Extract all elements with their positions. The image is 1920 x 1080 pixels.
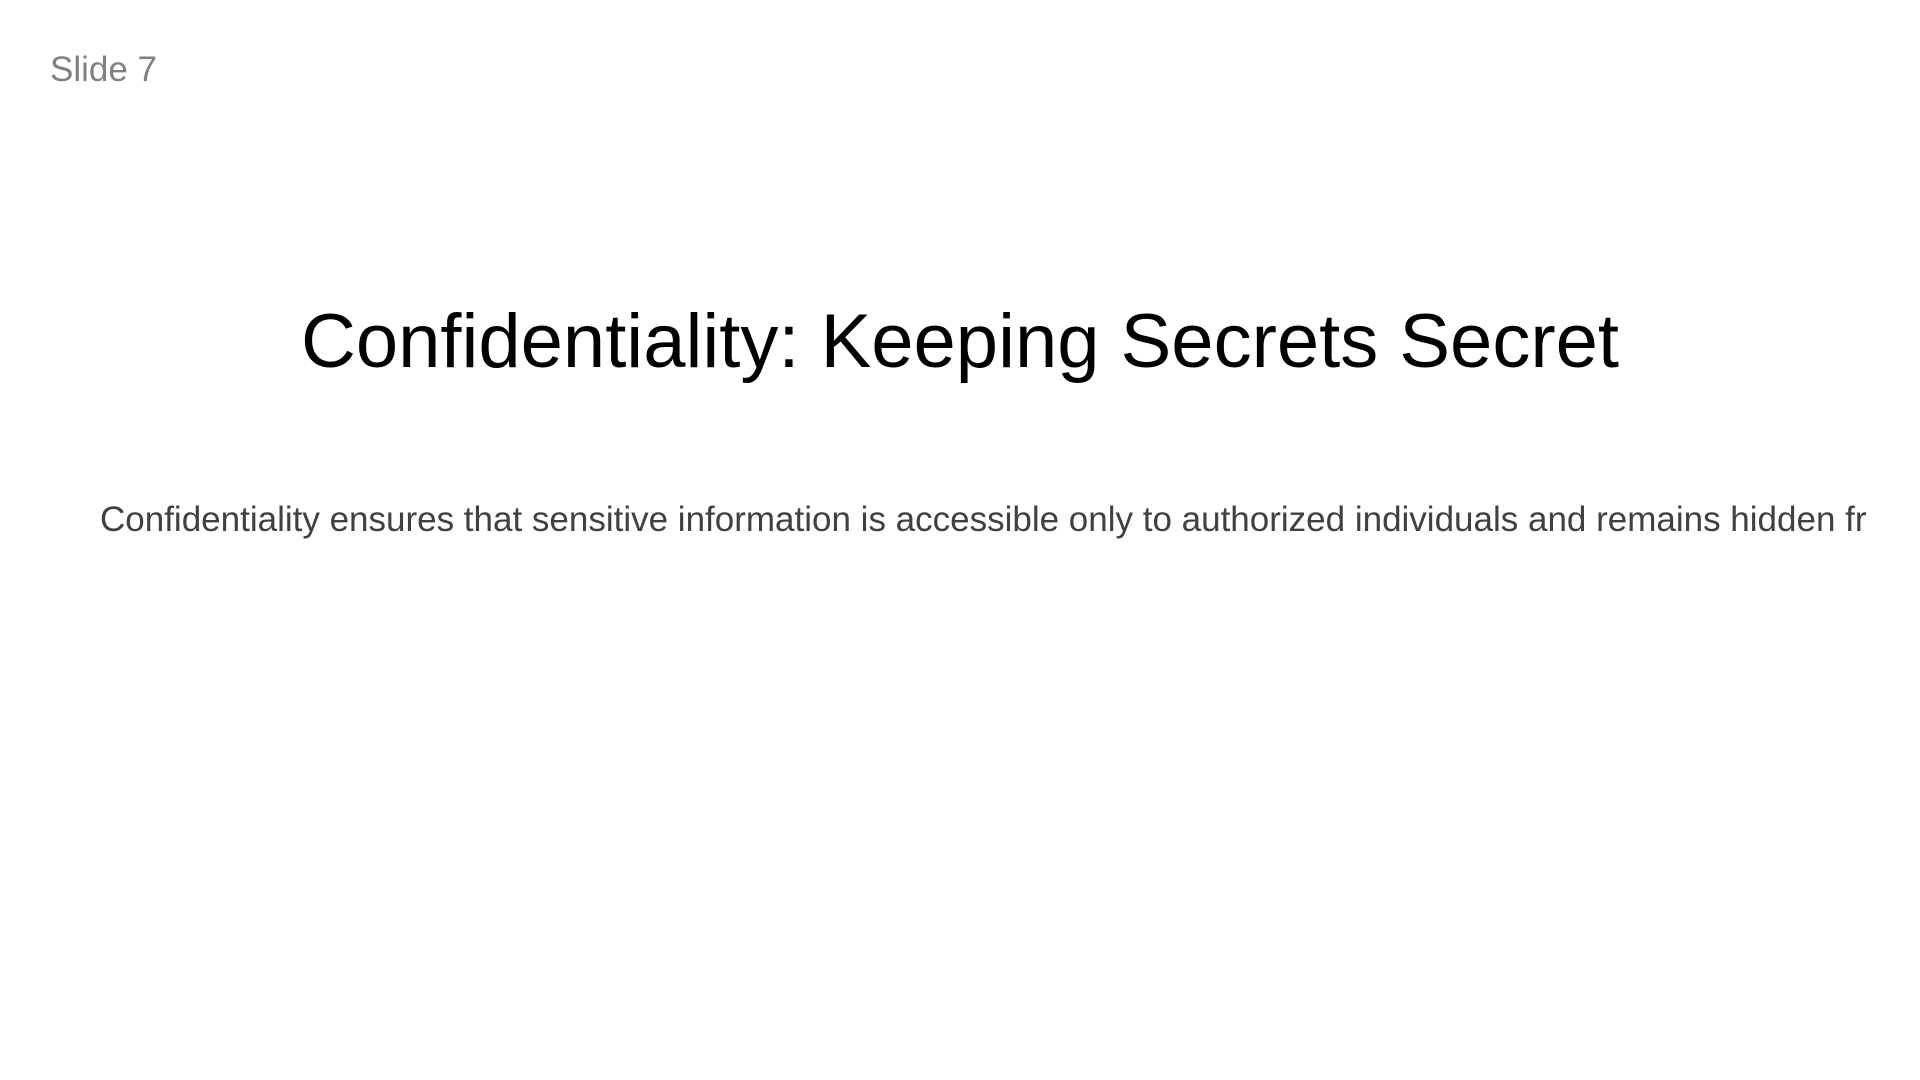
slide-number-label: Slide 7: [50, 50, 158, 89]
slide-title: Confidentiality: Keeping Secrets Secret: [300, 299, 1620, 384]
slide-body-text: Confidentiality ensures that sensitive i…: [100, 500, 1867, 539]
slide-canvas: Slide 7 Confidentiality: Keeping Secrets…: [0, 0, 1920, 1080]
